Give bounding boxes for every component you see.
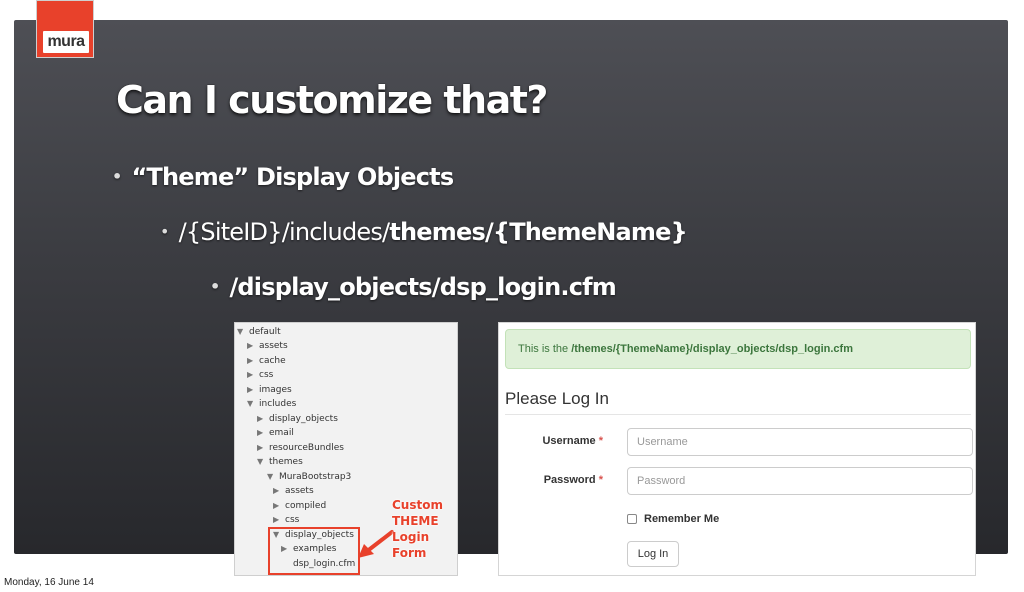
tree-item[interactable]: ▶ compiled [273,499,326,513]
required-mark: * [598,435,603,447]
tree-item-label: resourceBundles [269,443,344,453]
tree-item[interactable]: ▼ default [237,325,281,339]
tree-item-label: assets [285,486,314,496]
tree-item-label: compiled [285,501,327,511]
bullet-text: “Theme” Display Objects [131,163,454,191]
triangle-down-icon: ▼ [257,457,264,466]
annotation-line: THEME [392,514,439,528]
tree-item-label: css [285,515,300,525]
mura-logo: mura [36,0,94,58]
label-text: Password [543,474,596,486]
tree-item[interactable]: ▶ css [247,368,273,382]
triangle-right-icon: ▶ [257,428,264,437]
triangle-right-icon: ▶ [247,341,254,350]
triangle-right-icon: ▶ [257,443,264,452]
divider [505,414,971,415]
tree-item[interactable]: ▶ display_objects [257,412,338,426]
bullet-dot-icon: • [112,167,122,186]
slide-title: Can I customize that? [116,78,548,122]
logo-text: mura [43,31,89,53]
tree-item-label: themes [269,457,303,467]
info-alert: This is the /themes/{ThemeName}/display_… [505,329,971,369]
alert-path: /themes/{ThemeName}/display_objects/dsp_… [571,343,853,355]
password-field[interactable] [627,467,973,495]
username-field[interactable] [627,428,973,456]
bullet-dot-icon: • [210,277,220,296]
triangle-right-icon: ▶ [273,515,280,524]
bullet-level-3: • /display_objects/dsp_login.cfm [210,273,617,301]
triangle-right-icon: ▶ [273,486,280,495]
tree-item[interactable]: ▼ MuraBootstrap3 [267,470,351,484]
annotation-line: Custom [392,498,443,512]
triangle-right-icon: ▶ [247,370,254,379]
tree-item[interactable]: ▶ email [257,426,294,440]
triangle-right-icon: ▶ [247,385,254,394]
tree-item-label: default [249,327,281,337]
annotation-line: Login [392,530,430,544]
triangle-down-icon: ▼ [237,327,244,336]
bullet-text-normal: /{SiteID}/includes/ [178,218,391,246]
highlight-box [268,527,360,575]
bullet-level-2: • /{SiteID}/includes/themes/{ThemeName} [160,218,688,246]
tree-item[interactable]: ▶ css [273,513,299,527]
remember-me-label: Remember Me [644,513,720,525]
tree-item[interactable]: ▼ includes [247,397,296,411]
triangle-right-icon: ▶ [257,414,264,423]
username-label: Username * [505,435,603,447]
login-button[interactable]: Log In [627,541,679,567]
remember-me-checkbox[interactable] [627,514,637,524]
remember-me-row[interactable]: Remember Me [627,513,719,525]
tree-item[interactable]: ▶ assets [247,339,288,353]
bullet-dot-icon: • [160,222,169,241]
tree-item-label: display_objects [269,414,338,424]
bullet-text-bold: themes/{ThemeName} [389,218,687,246]
tree-item[interactable]: ▼ themes [257,455,303,469]
annotation-label: Custom THEME Login Form [392,497,452,561]
tree-item[interactable]: ▶ images [247,383,292,397]
login-form-panel: This is the /themes/{ThemeName}/display_… [498,322,976,576]
tree-item[interactable]: ▶ resourceBundles [257,441,344,455]
tree-item-label: assets [259,341,288,351]
triangle-down-icon: ▼ [247,399,254,408]
required-mark: * [598,474,603,486]
label-text: Username [542,435,596,447]
triangle-right-icon: ▶ [273,501,280,510]
tree-item-label: includes [259,399,297,409]
login-heading: Please Log In [505,389,609,408]
triangle-right-icon: ▶ [247,356,254,365]
tree-item-label: images [259,385,292,395]
annotation-line: Form [392,546,427,560]
arrow-icon [358,530,394,558]
password-label: Password * [505,474,603,486]
tree-item-label: MuraBootstrap3 [279,472,352,482]
tree-item-label: css [259,370,274,380]
tree-item-label: email [269,428,294,438]
bullet-level-1: • “Theme” Display Objects [112,163,454,191]
footer-date: Monday, 16 June 14 [4,577,94,588]
alert-text: This is the [518,343,572,355]
tree-item-label: cache [259,356,286,366]
tree-item[interactable]: ▶ assets [273,484,314,498]
triangle-down-icon: ▼ [267,472,274,481]
tree-item[interactable]: ▶ cache [247,354,286,368]
bullet-text: /display_objects/dsp_login.cfm [229,273,616,301]
